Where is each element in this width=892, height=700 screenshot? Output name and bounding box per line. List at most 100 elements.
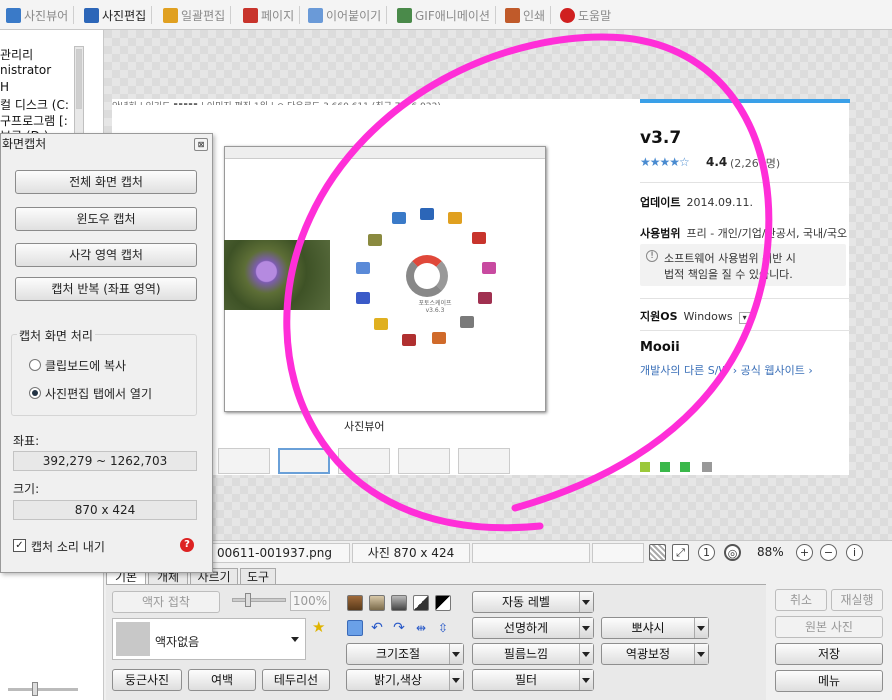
filter-button[interactable]: 필터 — [472, 669, 594, 691]
file-name: 00611-001937.png — [210, 543, 350, 563]
tab-photo-edit[interactable]: 사진편집 — [84, 4, 153, 26]
capture-window-button[interactable]: 윈도우 캡처 — [15, 207, 197, 231]
tree-scrollbar[interactable] — [74, 46, 84, 136]
thumbnail — [278, 448, 330, 474]
ring-icon — [460, 316, 474, 328]
tab-help[interactable]: 도움말 — [560, 4, 611, 26]
resize-button[interactable]: 크기조절 — [346, 643, 464, 665]
flip-horizontal-icon[interactable]: ⇹ — [413, 620, 429, 636]
tone-gray-icon[interactable] — [391, 595, 407, 611]
photo-edit-icon — [84, 7, 99, 23]
tree-item[interactable]: nistrator — [0, 63, 51, 77]
brightness-color-button[interactable]: 밝기,색상 — [346, 669, 464, 691]
tab-gif[interactable]: GIF애니메이션 — [397, 4, 496, 26]
clipboard-label[interactable]: 클립보드에 복사 — [45, 357, 126, 374]
ring-icon — [392, 212, 406, 224]
tree-item[interactable]: 컬 디스크 (C: — [0, 96, 69, 113]
tone-invert-icon[interactable] — [435, 595, 451, 611]
batch-edit-icon — [163, 7, 178, 23]
border-line-button[interactable]: 테두리선 — [262, 669, 330, 691]
photo-viewer-icon — [6, 7, 21, 23]
thumbnail-size-slider[interactable] — [8, 682, 78, 696]
tone-sepia-icon[interactable] — [369, 595, 385, 611]
capture-fullscreen-button[interactable]: 전체 화면 캡처 — [15, 170, 197, 194]
tone-bw-icon[interactable] — [413, 595, 429, 611]
license-notice: ! 소프트웨어 사용범위 위반 시 법적 책임을 질 수 있습니다. — [640, 244, 846, 286]
ring-icon — [472, 232, 486, 244]
coord-field: 392,279 ~ 1262,703 — [13, 451, 197, 471]
warning-icon: ! — [646, 250, 658, 262]
info-icon[interactable]: i — [846, 544, 863, 561]
soft-focus-button[interactable]: 뽀샤시 — [601, 617, 709, 639]
zoom-out-icon[interactable]: − — [820, 544, 837, 561]
tab-print[interactable]: 인쇄 — [505, 4, 552, 26]
fit-screen-icon[interactable]: ⤢ — [672, 544, 689, 561]
version-label: v3.7 — [640, 128, 682, 148]
tab-batch-edit[interactable]: 일괄편집 — [163, 4, 232, 26]
gif-icon — [397, 7, 412, 23]
ring-icon — [420, 208, 434, 220]
ring-icon — [432, 332, 446, 344]
tree-item[interactable]: H — [0, 80, 9, 94]
help-icon[interactable]: ? — [180, 538, 194, 552]
sharpen-button[interactable]: 선명하게 — [472, 617, 594, 639]
rotate-left-icon[interactable]: ↶ — [369, 620, 385, 636]
zoom-actual-icon[interactable]: 1 — [698, 544, 715, 561]
chevron-down-icon — [291, 637, 299, 642]
developer-name: Mooii — [640, 340, 680, 355]
status-bar: 00611-001937.png 사진 870 x 424 ⤢ 1 ◎ 88% … — [104, 540, 892, 564]
round-photo-button[interactable]: 둥근사진 — [112, 669, 182, 691]
dialog-title: 화면캡처 — [2, 137, 47, 151]
group-label: 캡처 화면 처리 — [17, 327, 95, 344]
tab-photo-viewer[interactable]: 사진뷰어 — [6, 4, 75, 26]
clipboard-radio[interactable] — [29, 359, 41, 371]
zoom-in-icon[interactable]: + — [796, 544, 813, 561]
screenshot-caption: 사진뷰어 — [344, 420, 385, 433]
thumbnail-strip — [218, 448, 548, 476]
ring-caption: 포토스케이프 v3.6.3 — [418, 300, 452, 314]
zoom-fit-icon[interactable]: ◎ — [724, 544, 741, 561]
ring-icon — [356, 262, 370, 274]
flower-photo — [224, 240, 330, 310]
thumbnail — [338, 448, 390, 474]
screen-capture-dialog: 화면캡처 ⊠ 전체 화면 캡처 윈도우 캡처 사각 영역 캡처 캡처 반복 (좌… — [0, 133, 213, 573]
flip-vertical-icon[interactable]: ⇳ — [435, 620, 451, 636]
rotate-right-icon[interactable]: ↷ — [391, 620, 407, 636]
tab-page[interactable]: 페이지 — [243, 4, 301, 26]
tree-item[interactable]: 관리리 — [0, 46, 33, 63]
open-in-editor-label[interactable]: 사진편집 탭에서 열기 — [45, 385, 152, 402]
rotate-icon[interactable] — [347, 620, 363, 636]
original-photo-button[interactable]: 원본 사진 — [775, 616, 883, 638]
usage-info: 사용범위 프리 - 개인/기업/관공서, 국내/국오 — [640, 227, 848, 240]
auto-level-button[interactable]: 자동 레벨 — [472, 591, 594, 613]
page-accent-bar — [640, 99, 850, 103]
frame-slider[interactable] — [232, 593, 286, 607]
checkerboard-icon[interactable] — [649, 544, 666, 561]
coord-label: 좌표: — [13, 434, 40, 448]
capture-repeat-button[interactable]: 캡처 반복 (좌표 영역) — [15, 277, 197, 301]
redo-button[interactable]: 재실행 — [831, 589, 883, 611]
frame-preview — [116, 622, 150, 656]
backlight-button[interactable]: 역광보정 — [601, 643, 709, 665]
save-button[interactable]: 저장 — [775, 643, 883, 665]
ring-icon — [402, 334, 416, 346]
frame-select[interactable]: 액자없음 — [112, 618, 306, 660]
frame-attach-button[interactable]: 액자 접착 — [112, 591, 220, 613]
frame-percent[interactable]: 100% — [290, 591, 330, 611]
open-in-editor-radio[interactable] — [29, 387, 41, 399]
ring-icon — [374, 318, 388, 330]
print-icon — [505, 7, 520, 23]
rating-stars: ★★★★☆ — [640, 155, 690, 169]
undo-button[interactable]: 취소 — [775, 589, 827, 611]
tab-stitch[interactable]: 이어붙이기 — [308, 4, 388, 26]
tone-brown-icon[interactable] — [347, 595, 363, 611]
film-effect-button[interactable]: 필름느낌 — [472, 643, 594, 665]
favorite-star-icon[interactable]: ★ — [312, 618, 325, 636]
close-icon[interactable]: ⊠ — [194, 138, 208, 151]
menu-button[interactable]: 메뉴 — [775, 670, 883, 692]
sound-checkbox[interactable]: ✓ — [13, 539, 26, 552]
sound-label[interactable]: 캡처 소리 내기 — [31, 538, 105, 555]
margin-button[interactable]: 여백 — [188, 669, 256, 691]
capture-region-button[interactable]: 사각 영역 캡처 — [15, 243, 197, 267]
thumbnail — [218, 448, 270, 474]
